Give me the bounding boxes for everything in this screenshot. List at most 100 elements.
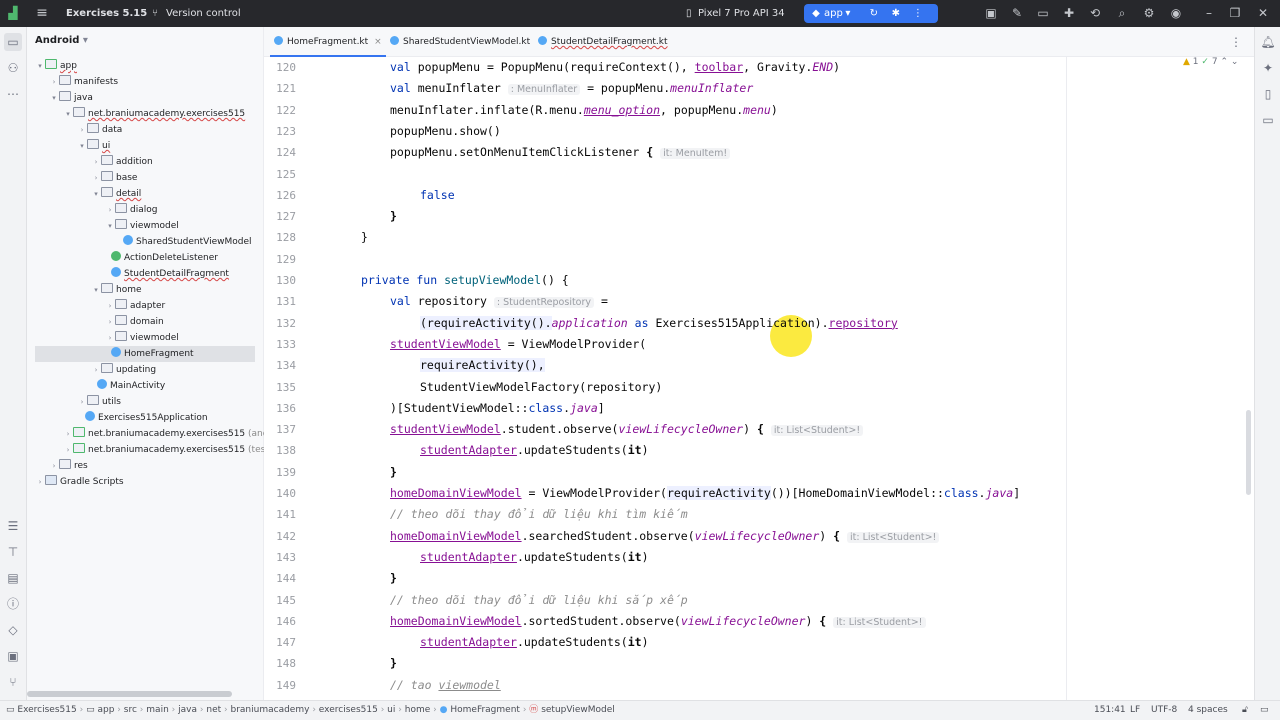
editor-scrollbar-thumb[interactable] [1246,410,1251,495]
device-manager-icon[interactable]: ▣ [982,0,1000,27]
version-control-menu[interactable]: Version control [166,0,241,27]
tree-item-res[interactable]: › res [49,458,88,474]
tree-item-app[interactable]: ▾ app [35,58,77,74]
run-config-selector[interactable]: app [824,4,843,23]
breadcrumb-item[interactable]: main [146,705,169,715]
close-icon[interactable]: ✕ [1254,0,1272,27]
tree-item-home[interactable]: ▾ home [91,282,142,298]
logcat-icon[interactable]: ▤ [4,569,22,587]
breadcrumb-item[interactable]: HomeFragment [450,705,520,715]
file-encoding[interactable]: UTF-8 [1151,701,1177,720]
device-explorer-icon[interactable]: ▯ [1259,85,1277,103]
chevron-down-icon[interactable]: ⌄ [1231,57,1239,67]
lock-icon[interactable]: 🔓︎ [1242,701,1248,720]
tree-item-data[interactable]: › data [77,122,122,138]
search-icon[interactable]: ⌕ [1113,0,1131,27]
breadcrumb-item[interactable]: exercises515 [319,705,378,715]
code-editor[interactable]: 120 121 122 123 124 125 126 127 128 129 … [264,57,1254,700]
tree-item-home-viewmodel[interactable]: › viewmodel [105,330,179,346]
terminal-icon[interactable]: ▣ [4,647,22,665]
tree-item-dialog[interactable]: › dialog [105,202,157,218]
tab-shared-student-viewmodel[interactable]: SharedStudentViewModel.kt [386,27,534,57]
close-tab-icon[interactable]: × [374,37,382,47]
indent-setting[interactable]: 4 spaces [1188,701,1228,720]
inspection-widget[interactable]: ▲ 1 ✓ 7 ⌃ ⌄ [1183,57,1238,67]
more-tools-icon[interactable]: ⋯ [4,85,22,103]
tree-item-main-activity[interactable]: MainActivity [97,378,165,394]
chevron-right-icon: › [94,174,98,182]
tree-item-action-delete-listener[interactable]: ActionDeleteListener [111,250,218,266]
code-line: homeDomainViewModel.searchedStudent.obse… [390,526,940,547]
project-view-selector[interactable]: Android ▾ [35,35,88,46]
tree-item-exercises515-application[interactable]: Exercises515Application [85,410,208,426]
breadcrumb-item[interactable]: Exercises515 [17,705,76,715]
tree-item-shared-student-viewmodel[interactable]: SharedStudentViewModel [123,234,252,250]
breadcrumb-item[interactable]: src [124,705,137,715]
notifications-icon[interactable]: 🔔︎ [1259,33,1277,51]
problems-icon[interactable]: ⓘ [4,595,22,613]
tree-item-student-detail-fragment[interactable]: StudentDetailFragment [111,266,229,282]
line-number: 148 [276,657,296,671]
gear-icon[interactable]: ⚙ [1140,0,1158,27]
more-icon[interactable]: ⋮ [907,4,929,23]
breadcrumb-item[interactable]: ui [387,705,395,715]
tree-item-ui[interactable]: ▾ ui [77,138,110,154]
git-icon[interactable]: ⑂ [4,673,22,691]
tree-item-detail-viewmodel[interactable]: ▾ viewmodel [105,218,179,234]
warning-count: 1 [1192,57,1199,67]
app-quality-icon[interactable]: ◇ [4,621,22,639]
device-selector[interactable]: Pixel 7 Pro API 34 [698,0,785,27]
breadcrumb-item[interactable]: home [405,705,431,715]
chevron-up-icon[interactable]: ⌃ [1220,57,1228,67]
structure-icon[interactable]: ☰ [4,517,22,535]
line-separator[interactable]: LF [1130,701,1140,720]
sdk-manager-icon[interactable]: ✚ [1060,0,1078,27]
tree-item-manifests[interactable]: › manifests [49,74,118,90]
tree-item-domain[interactable]: › domain [105,314,164,330]
tab-student-detail-fragment[interactable]: StudentDetailFragment.kt [534,27,672,57]
tab-home-fragment[interactable]: HomeFragment.kt × [270,27,386,57]
maximize-icon[interactable]: ❐ [1226,0,1244,27]
phone-icon[interactable]: ▭ [1034,0,1052,27]
debug-icon[interactable]: ✱ [885,4,907,23]
tree-item-gradle-scripts[interactable]: › Gradle Scripts [35,474,124,490]
resource-manager-icon[interactable]: ⚇ [4,59,22,77]
project-folder-icon[interactable]: ▭ [4,33,22,51]
project-horizontal-scrollbar[interactable] [27,691,232,697]
code-line: private fun setupViewModel() { [361,273,569,287]
inlay-param-hint: it: List<Student>! [833,616,926,628]
minimize-icon[interactable]: – [1200,0,1218,27]
line-number: 133 [276,337,296,351]
project-name[interactable]: Exercises 5.15 [66,0,147,27]
line-number: 142 [276,529,296,543]
chevron-right-icon: › [108,334,112,342]
tree-item-detail[interactable]: ▾ detail [91,186,141,202]
tab-actions-icon[interactable]: ⋮ [1230,27,1242,57]
chevron-right-icon: › [80,398,84,406]
tree-item-package-test[interactable]: › net.braniumacademy.exercises515 (test) [63,442,272,458]
running-devices-icon[interactable]: ▭ [1259,111,1277,129]
sync-icon[interactable]: ⟲ [1086,0,1104,27]
memory-indicator-icon[interactable]: ▭ [1260,701,1269,720]
gemini-icon[interactable]: ✦ [1259,59,1277,77]
tree-item-java[interactable]: ▾ java [49,90,93,106]
tree-item-updating[interactable]: › updating [91,362,156,378]
breadcrumb-item[interactable]: java [178,705,197,715]
main-menu-icon[interactable]: ≡ [33,0,51,27]
tree-item-home-fragment[interactable]: HomeFragment [35,346,255,362]
breadcrumb-item[interactable]: braniumacademy [231,705,310,715]
translate-icon[interactable]: ✎ [1008,0,1026,27]
tree-item-addition[interactable]: › addition [91,154,153,170]
refresh-icon[interactable]: ↻ [863,4,885,23]
account-icon[interactable]: ◉ [1167,0,1185,27]
tree-item-base[interactable]: › base [91,170,137,186]
tree-item-package-android-test[interactable]: ›net.braniumacademy.exercises515 (androi [63,426,280,442]
tree-item-adapter[interactable]: › adapter [105,298,165,314]
breadcrumb-item[interactable]: setupViewModel [541,705,615,715]
breadcrumb-item[interactable]: net [206,705,221,715]
tree-item-utils[interactable]: › utils [77,394,121,410]
caret-position[interactable]: 151:41 [1094,701,1126,720]
build-icon[interactable]: ⊤ [4,543,22,561]
breadcrumb-item[interactable]: app [97,705,114,715]
tree-item-package-main[interactable]: ▾ net.braniumacademy.exercises515 [63,106,245,122]
